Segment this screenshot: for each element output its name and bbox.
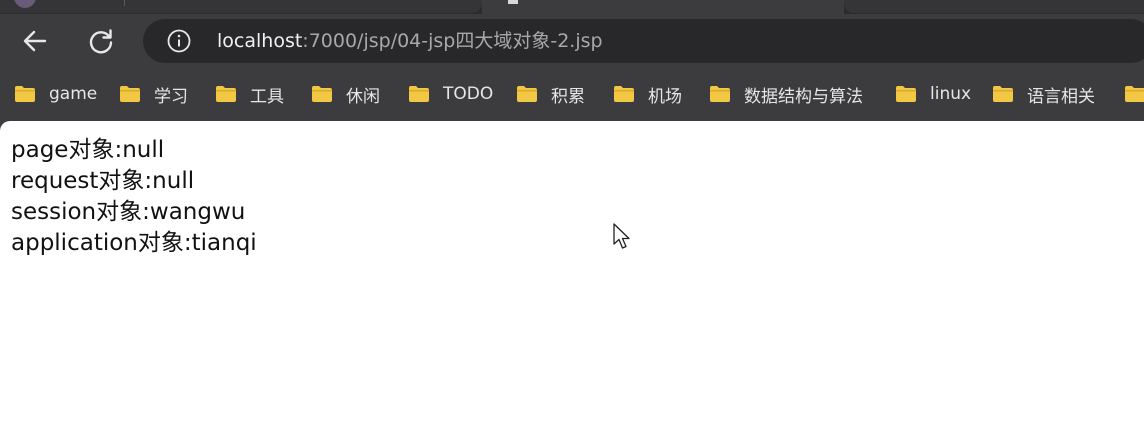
mouse-pointer-icon (613, 223, 630, 249)
folder-icon (216, 86, 236, 102)
url-host: localhost (217, 30, 303, 52)
folder-icon (120, 86, 140, 102)
bookmark-label: 积累 (551, 86, 585, 107)
bookmark-label: linux (930, 84, 972, 104)
info-circle-icon[interactable] (167, 29, 191, 53)
page-content: page对象:null request对象:null session对象:wan… (0, 121, 1144, 429)
tab-strip (0, 0, 1144, 14)
bookmark-label: TODO (443, 84, 494, 104)
bookmarks-bar: game 学习 工具 休闲 TODO 积累 机场 数据结构与算法 linux 语… (0, 69, 1144, 121)
bookmark-label: 数据结构与算法 (744, 86, 863, 107)
bookmark-label: game (49, 84, 98, 104)
folder-icon (15, 86, 35, 102)
toolbar: localhost:7000/jsp/04-jsp四大域对象-2.jsp (0, 14, 1144, 69)
bookmark-label: 学习 (154, 86, 188, 107)
tab-active-favicon-icon (508, 0, 518, 4)
application-scope-line: application对象:tianqi (11, 230, 257, 256)
reload-button[interactable] (84, 24, 118, 58)
folder-icon (710, 86, 730, 102)
tab-inactive-right[interactable] (844, 0, 1144, 13)
bookmark-label: 语言相关 (1027, 86, 1095, 107)
folder-icon (614, 86, 634, 102)
bookmark-folder-tools[interactable]: 工具 (215, 82, 284, 107)
bookmark-folder-languages[interactable]: 语言相关 (992, 82, 1095, 107)
folder-icon (517, 86, 537, 102)
reload-icon (89, 29, 113, 54)
bookmark-folder-overflow[interactable] (1124, 82, 1144, 106)
bookmark-label: 休闲 (346, 86, 380, 107)
bookmark-folder-linux[interactable]: linux (895, 82, 971, 106)
request-scope-line: request对象:null (11, 168, 195, 194)
url-path: :7000/jsp/04-jsp四大域对象-2.jsp (302, 30, 603, 52)
page-scope-line: page对象:null (11, 137, 165, 163)
output-lines: page对象:null request对象:null session对象:wan… (11, 135, 257, 259)
tab-active[interactable] (482, 0, 844, 14)
tab-favicon-icon (14, 0, 36, 8)
bookmark-folder-todo[interactable]: TODO (408, 82, 493, 106)
bookmark-folder-study[interactable]: 学习 (119, 82, 188, 107)
folder-icon (312, 86, 332, 102)
folder-icon (993, 86, 1013, 102)
folder-icon (1125, 86, 1144, 102)
bookmark-folder-leisure[interactable]: 休闲 (311, 82, 380, 107)
arrow-left-icon (23, 30, 47, 52)
tab-inactive-left[interactable] (0, 0, 482, 13)
folder-icon (896, 86, 916, 102)
address-bar[interactable]: localhost:7000/jsp/04-jsp四大域对象-2.jsp (143, 19, 1144, 63)
bookmark-folder-dsa[interactable]: 数据结构与算法 (709, 82, 863, 107)
bookmark-folder-accumulate[interactable]: 积累 (516, 82, 585, 107)
bookmark-label: 工具 (250, 86, 284, 107)
tab-separator (124, 0, 125, 6)
bookmark-folder-game[interactable]: game (14, 82, 97, 106)
folder-icon (409, 86, 429, 102)
url-text[interactable]: localhost:7000/jsp/04-jsp四大域对象-2.jsp (217, 30, 603, 52)
bookmark-label: 机场 (648, 86, 682, 107)
session-scope-line: session对象:wangwu (11, 199, 246, 225)
browser-window: localhost:7000/jsp/04-jsp四大域对象-2.jsp gam… (0, 0, 1144, 429)
back-button[interactable] (18, 24, 52, 58)
bookmark-folder-airport[interactable]: 机场 (613, 82, 682, 107)
